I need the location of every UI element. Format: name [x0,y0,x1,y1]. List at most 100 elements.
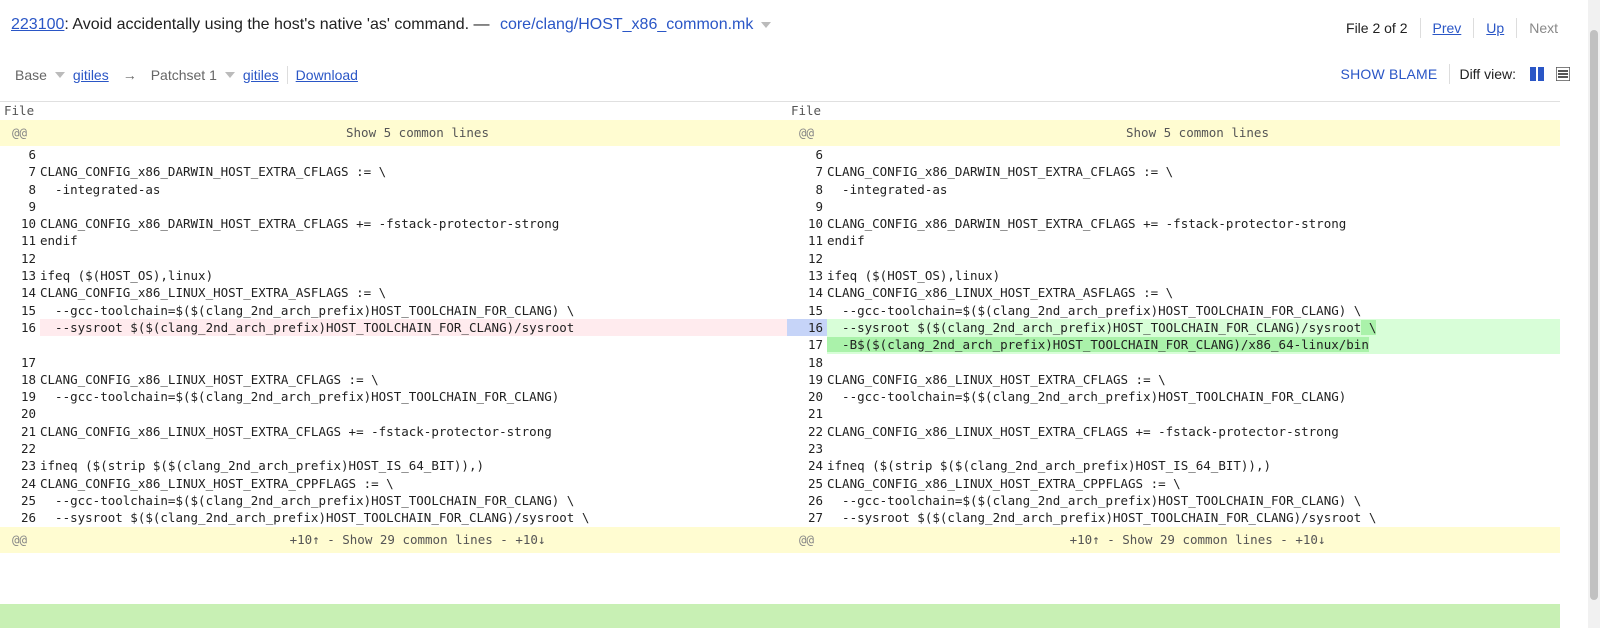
line-number[interactable]: 7 [787,163,827,180]
line-number[interactable]: 16 [0,319,40,336]
file-navigation: File 2 of 2 Prev Up Next [1346,18,1558,38]
show-blame-button[interactable]: SHOW BLAME [1341,66,1438,82]
left-line: 7 CLANG_CONFIG_x86_DARWIN_HOST_EXTRA_CFLA… [0,163,787,180]
diff-row: 17 -B$($(clang_2nd_arch_prefix)HOST_TOOL… [0,336,1560,354]
file-position: File 2 of 2 [1346,20,1408,36]
line-number[interactable]: 20 [0,405,40,422]
scrollbar[interactable] [1588,0,1600,628]
prev-file-link[interactable]: Prev [1433,20,1462,36]
change-number-link[interactable]: 223100 [11,16,64,33]
line-number[interactable]: 9 [787,198,827,215]
right-line: 13 ifeq ($(HOST_OS),linux) [787,267,1560,284]
line-number[interactable]: 13 [0,267,40,284]
chevron-down-icon[interactable] [54,72,65,78]
line-number[interactable]: 20 [787,388,827,405]
code-line: CLANG_CONFIG_x86_LINUX_HOST_EXTRA_ASFLAG… [827,284,1560,301]
code-line: ifneq ($(strip $($(clang_2nd_arch_prefix… [40,457,787,474]
line-number[interactable] [0,336,40,353]
diff-row: 99 [0,198,1560,215]
right-line: 12 [787,250,1560,267]
line-number[interactable]: 21 [787,405,827,422]
code-text: CLANG_CONFIG_x86_LINUX_HOST_EXTRA_CFLAGS… [40,371,379,387]
context-row-bottom: @@ +10↑ - Show 29 common lines - +10↓ @@ +… [0,526,1560,553]
code-text: CLANG_CONFIG_x86_DARWIN_HOST_EXTRA_CFLAG… [827,164,1174,180]
line-number[interactable]: 26 [0,509,40,526]
line-number[interactable]: 11 [787,232,827,249]
side-by-side-icon[interactable] [1530,67,1544,81]
diff-view-controls: SHOW BLAME Diff view: [1341,64,1570,84]
code-text: ifneq ($(strip $($(clang_2nd_arch_prefix… [40,458,485,474]
diff-row: 11 endif 11 endif [0,232,1560,249]
line-number[interactable]: 6 [0,146,40,163]
base-gitiles-link[interactable]: gitiles [73,67,109,83]
line-number[interactable]: 15 [787,302,827,319]
line-number[interactable]: 23 [787,440,827,457]
right-file-label[interactable]: File [787,102,1560,120]
up-link[interactable]: Up [1486,20,1504,36]
show-common-lines-button[interactable]: +10↑ - Show 29 common lines - +10↓ [835,527,1560,553]
line-number[interactable]: 22 [0,440,40,457]
line-number[interactable]: 21 [0,423,40,440]
unified-icon[interactable] [1556,67,1570,81]
patchset-dropdown[interactable]: Patchset 1 [151,67,217,83]
line-number[interactable]: 18 [0,371,40,388]
line-number[interactable]: 18 [787,354,827,371]
line-number[interactable]: 12 [787,250,827,267]
line-number[interactable]: 9 [0,198,40,215]
code-line: CLANG_CONFIG_x86_DARWIN_HOST_EXTRA_CFLAG… [827,215,1560,232]
line-number[interactable]: 6 [787,146,827,163]
line-number[interactable]: 17 [787,336,827,353]
line-number[interactable]: 11 [0,232,40,249]
diff-row: 17 18 [0,354,1560,371]
patchset-gitiles-link[interactable]: gitiles [243,67,279,83]
left-line: 11 endif [0,232,787,249]
right-line: 10 CLANG_CONFIG_x86_DARWIN_HOST_EXTRA_CFL… [787,215,1560,232]
right-line: 22 CLANG_CONFIG_x86_LINUX_HOST_EXTRA_CFLA… [787,423,1560,440]
line-number[interactable]: 14 [787,284,827,301]
line-number[interactable]: 19 [0,388,40,405]
base-dropdown[interactable]: Base [15,67,47,83]
line-number[interactable]: 14 [0,284,40,301]
code-line: CLANG_CONFIG_x86_LINUX_HOST_EXTRA_CFLAGS… [40,423,787,440]
right-line: 23 [787,440,1560,457]
code-highlight: \ [1361,319,1377,335]
code-line: --sysroot $($(clang_2nd_arch_prefix)HOST… [40,509,787,526]
line-number[interactable]: 10 [787,215,827,232]
line-number[interactable]: 12 [0,250,40,267]
code-line: --sysroot $($(clang_2nd_arch_prefix)HOST… [827,509,1560,526]
diff-header: 223100: Avoid accidentally using the hos… [0,0,1584,52]
scrollbar-thumb[interactable] [1590,30,1598,600]
change-title: 223100: Avoid accidentally using the hos… [11,16,772,34]
line-number[interactable]: 7 [0,163,40,180]
show-common-lines-button[interactable]: +10↑ - Show 29 common lines - +10↓ [48,527,787,553]
line-number[interactable]: 26 [787,492,827,509]
show-common-lines-button[interactable]: Show 5 common lines [48,120,787,146]
line-number[interactable]: 27 [787,509,827,526]
line-number[interactable]: 16 [787,318,827,337]
line-number[interactable]: 19 [787,371,827,388]
line-number[interactable]: 23 [0,457,40,474]
code-text: CLANG_CONFIG_x86_DARWIN_HOST_EXTRA_CFLAG… [40,164,387,180]
line-number[interactable]: 8 [0,181,40,198]
show-common-lines-button[interactable]: Show 5 common lines [835,120,1560,146]
line-number[interactable]: 25 [787,475,827,492]
right-line: 25 CLANG_CONFIG_x86_LINUX_HOST_EXTRA_CPPF… [787,475,1560,492]
line-number[interactable]: 13 [787,267,827,284]
line-number[interactable]: 25 [0,492,40,509]
left-file-label[interactable]: File [0,102,787,120]
line-number[interactable]: 24 [0,475,40,492]
line-number[interactable]: 24 [787,457,827,474]
code-text: ifneq ($(strip $($(clang_2nd_arch_prefix… [827,458,1272,474]
line-number[interactable]: 17 [0,354,40,371]
line-number[interactable]: 22 [787,423,827,440]
chevron-down-icon[interactable] [224,72,235,78]
line-number[interactable]: 10 [0,215,40,232]
file-path-dropdown[interactable]: core/clang/HOST_x86_common.mk [500,16,753,33]
right-line: 11 endif [787,232,1560,249]
chevron-down-icon[interactable] [761,21,772,28]
line-number[interactable]: 15 [0,302,40,319]
download-link[interactable]: Download [296,67,358,83]
line-number[interactable]: 8 [787,181,827,198]
